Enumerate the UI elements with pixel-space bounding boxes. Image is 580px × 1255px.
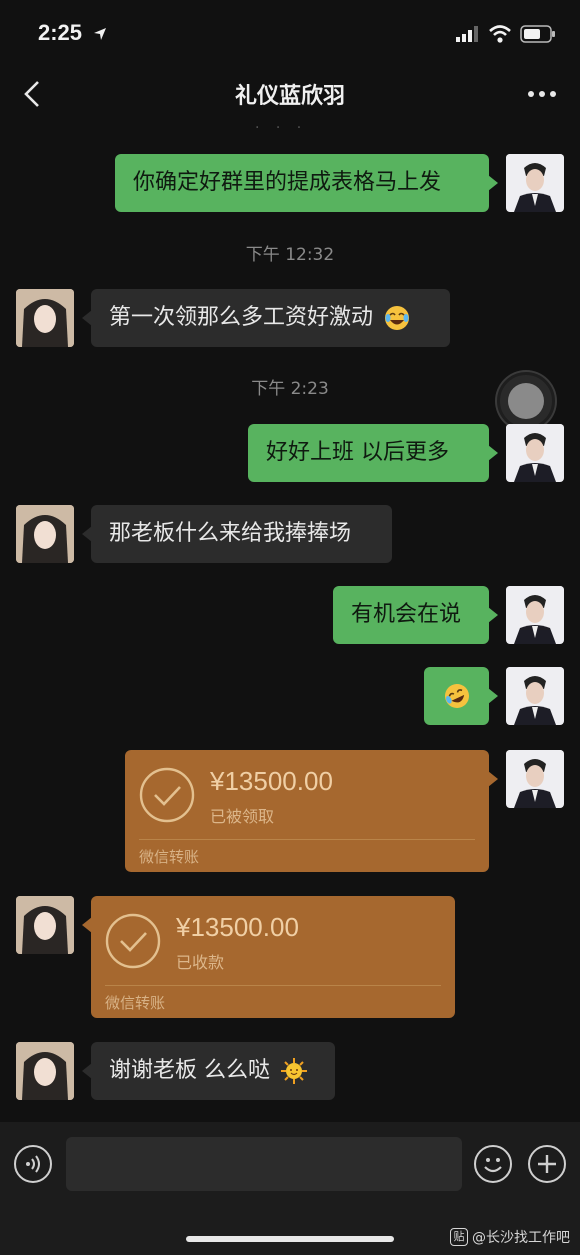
watermark: 贴 @长沙找工作吧 bbox=[450, 1227, 570, 1247]
battery-icon bbox=[520, 25, 555, 43]
floating-button-dot bbox=[508, 383, 544, 419]
message-text: 谢谢老板 么么哒 bbox=[109, 1058, 270, 1083]
check-circle-icon bbox=[139, 767, 195, 823]
avatar-self[interactable] bbox=[506, 667, 564, 725]
watermark-badge: 贴 bbox=[450, 1228, 468, 1246]
chat-title: 礼仪蓝欣羽 bbox=[234, 84, 345, 109]
message-text: 你确定好群里的提成表格马上发 bbox=[133, 170, 442, 195]
avatar-contact[interactable] bbox=[16, 896, 74, 954]
message-bubble-received[interactable]: 谢谢老板 么么哒 bbox=[82, 1042, 335, 1100]
more-options-button[interactable] bbox=[524, 80, 560, 108]
voice-icon bbox=[26, 1155, 40, 1173]
message-bubble-sent-emoji[interactable] bbox=[424, 667, 498, 725]
avatar-contact-image bbox=[16, 505, 74, 563]
emoji-button[interactable] bbox=[474, 1145, 512, 1183]
transfer-amount: ¥13500.00 bbox=[176, 912, 299, 942]
rolling-laughing-icon bbox=[444, 684, 469, 708]
message-text: 那老板什么来给我捧捧场 bbox=[109, 521, 352, 546]
status-bar: 2:25 bbox=[0, 0, 580, 68]
avatar-contact-image bbox=[16, 1042, 74, 1100]
nav-bar: 礼仪蓝欣羽 bbox=[0, 68, 580, 120]
input-bar: 贴 @长沙找工作吧 bbox=[0, 1122, 580, 1255]
avatar-contact[interactable] bbox=[16, 1042, 74, 1100]
avatar-self-image bbox=[506, 667, 564, 725]
voice-input-button[interactable] bbox=[14, 1145, 52, 1183]
message-bubble-sent[interactable]: 好好上班 以后更多 bbox=[248, 424, 498, 482]
home-indicator[interactable] bbox=[186, 1236, 394, 1242]
more-dots-icon bbox=[528, 91, 556, 97]
check-circle-icon bbox=[105, 913, 161, 969]
face-with-tears-of-joy-icon bbox=[385, 306, 410, 330]
message-text: 第一次领那么多工资好激动 bbox=[109, 305, 374, 330]
transfer-divider bbox=[139, 839, 475, 840]
transfer-label: 微信转账 bbox=[105, 994, 166, 1012]
timestamp: 下午 2:23 bbox=[251, 379, 329, 399]
message-bubble-received[interactable]: 第一次领那么多工资好激动 bbox=[82, 289, 450, 347]
load-more-indicator: · · · bbox=[255, 120, 308, 136]
avatar-self-image bbox=[506, 750, 564, 808]
avatar-self-image bbox=[506, 154, 564, 212]
sun-with-face-icon bbox=[281, 1058, 307, 1084]
transfer-amount: ¥13500.00 bbox=[210, 766, 333, 796]
avatar-self[interactable] bbox=[506, 586, 564, 644]
watermark-text: @长沙找工作吧 bbox=[472, 1230, 570, 1246]
transfer-status: 已收款 bbox=[176, 953, 225, 972]
avatar-self-image bbox=[506, 424, 564, 482]
avatar-self[interactable] bbox=[506, 750, 564, 808]
transfer-status: 已被领取 bbox=[210, 807, 275, 826]
avatar-contact-image bbox=[16, 289, 74, 347]
message-bubble-sent[interactable]: 你确定好群里的提成表格马上发 bbox=[115, 154, 498, 212]
smiley-face-icon bbox=[484, 1158, 502, 1173]
transfer-card-sent[interactable]: ¥13500.00 已被领取 微信转账 bbox=[125, 750, 498, 872]
wifi-icon bbox=[489, 25, 511, 43]
cellular-signal-icon bbox=[456, 26, 478, 42]
plus-icon bbox=[538, 1155, 556, 1173]
timestamp: 下午 12:32 bbox=[245, 245, 335, 265]
chat-area[interactable]: · · · 你确定好群里的提成表格马上发 下午 12:32 第一次领那么多工资好… bbox=[0, 120, 580, 1122]
floating-assist-button[interactable] bbox=[497, 372, 555, 430]
avatar-self-image bbox=[506, 586, 564, 644]
message-input[interactable] bbox=[66, 1137, 462, 1191]
transfer-label: 微信转账 bbox=[139, 848, 200, 866]
message-text: 有机会在说 bbox=[351, 602, 462, 627]
avatar-self[interactable] bbox=[506, 424, 564, 482]
message-bubble-received[interactable]: 那老板什么来给我捧捧场 bbox=[82, 505, 392, 563]
status-time: 2:25 bbox=[38, 20, 83, 45]
message-text: 好好上班 以后更多 bbox=[266, 440, 449, 465]
avatar-contact[interactable] bbox=[16, 505, 74, 563]
more-functions-button[interactable] bbox=[528, 1145, 566, 1183]
message-bubble-sent[interactable]: 有机会在说 bbox=[333, 586, 498, 644]
location-arrow-icon bbox=[94, 28, 106, 40]
avatar-contact[interactable] bbox=[16, 289, 74, 347]
transfer-divider bbox=[105, 985, 441, 986]
transfer-card-received[interactable]: ¥13500.00 已收款 微信转账 bbox=[82, 896, 455, 1018]
avatar-self[interactable] bbox=[506, 154, 564, 212]
avatar-contact-image bbox=[16, 896, 74, 954]
